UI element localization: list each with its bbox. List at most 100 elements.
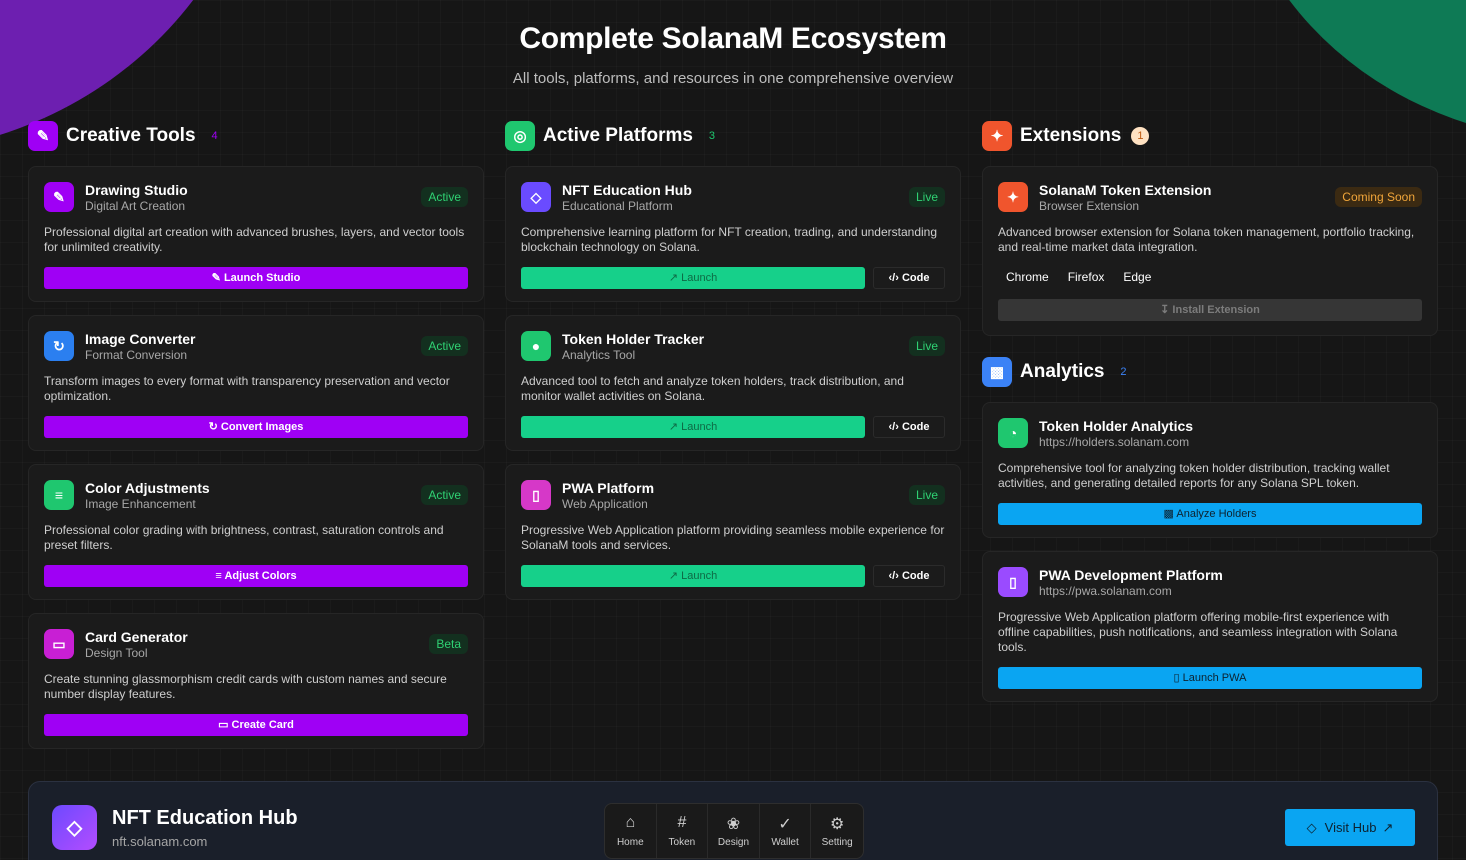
status-badge: Active [421,485,468,505]
section-title: Creative Tools [66,125,196,146]
code-button[interactable]: ‹/› Code [873,565,945,587]
credit-card-icon: ▭ [218,719,232,731]
card-subtitle: Web Application [562,497,648,511]
smartphone-icon: ▯ [521,480,551,510]
card-title: SolanaM Token Extension [1039,182,1212,198]
platform-card-token-holder-tracker: ● Token Holder Tracker Analytics Tool Li… [505,315,961,451]
active-platforms-section: ◎ Active Platforms 3 ◇ NFT Education Hub… [505,120,961,613]
section-header: ◎ Active Platforms 3 [505,120,961,152]
section-title: Extensions [1020,125,1122,146]
card-title: NFT Education Hub [562,182,692,198]
section-title: Analytics [1020,361,1105,382]
launch-pwa-button[interactable]: ▯ Launch PWA [998,667,1422,689]
section-count: 2 [1120,366,1127,378]
card-description: Progressive Web Application platform off… [998,610,1398,654]
puzzle-icon: ✦ [982,121,1012,151]
launch-button[interactable]: ↗ Launch [521,416,865,438]
paintbrush-icon: ✎ [28,121,58,151]
create-card-button[interactable]: ▭ Create Card [44,714,468,736]
globe-icon: ◎ [505,121,535,151]
nav-item-home[interactable]: ⌂ Home [605,804,657,858]
page-title: Complete SolanaM Ecosystem [519,22,947,55]
extensions-section: ✦ Extensions 1 ✦ SolanaM Token Extension… [982,120,1438,715]
section-count: 1 [1131,127,1150,145]
card-title: Image Converter [85,331,196,347]
launch-studio-button[interactable]: ✎ Launch Studio [44,267,468,289]
pie-chart-icon: ◔ [998,418,1028,448]
status-badge: Live [908,336,945,356]
code-icon: ‹/› [888,421,902,433]
card-subtitle: Design Tool [85,646,148,660]
visit-hub-button[interactable]: ◇ Visit Hub ↗ [1285,809,1415,846]
extension-card-solanam-token: ✦ SolanaM Token Extension Browser Extens… [982,166,1438,336]
card-description: Progressive Web Application platform pro… [521,523,945,552]
footer-bar: ◇ NFT Education Hub nft.solanam.com ⌂ Ho… [28,781,1438,860]
smartphone-icon: ▯ [998,567,1028,597]
card-description: Comprehensive learning platform for NFT … [521,225,938,254]
section-title: Active Platforms [543,125,693,146]
browser-edge: Edge [1123,270,1152,284]
install-extension-button[interactable]: ↧ Install Extension [998,299,1422,321]
section-count: 4 [211,130,218,142]
status-badge: Active [421,336,468,356]
bottom-nav: ⌂ Home # Token ❀ Design ✓ Wallet ⚙ Setti… [604,803,864,859]
launch-button[interactable]: ↗ Launch [521,267,865,289]
analyze-holders-button[interactable]: ▩ Analyze Holders [998,503,1422,525]
card-description: Advanced tool to fetch and analyze token… [521,374,904,403]
status-badge: Coming Soon [1335,187,1422,207]
card-description: Professional digital art creation with a… [44,225,465,254]
status-badge: Live [908,485,945,505]
adjust-colors-button[interactable]: ≡ Adjust Colors [44,565,468,587]
credit-card-icon: ▭ [44,629,74,659]
card-subtitle: Digital Art Creation [85,199,186,213]
tool-card-color-adjustments: ≡ Color Adjustments Image Enhancement Ac… [28,464,484,600]
nav-item-design[interactable]: ❀ Design [708,804,760,858]
bar-chart-icon: ▩ [982,357,1012,387]
browser-list: Chrome Firefox Edge [998,267,1422,287]
external-link-icon: ↗ [668,272,682,284]
browser-firefox: Firefox [1067,270,1105,284]
footer-url: nft.solanam.com [112,834,208,849]
bar-chart-icon: ▩ [1163,508,1177,520]
card-description: Professional color grading with brightne… [44,523,444,552]
card-url: https://holders.solanam.com [1039,435,1190,449]
card-subtitle: Educational Platform [562,199,673,213]
smartphone-icon: ▯ [1173,672,1183,684]
tool-card-image-converter: ↻ Image Converter Format Conversion Acti… [28,315,484,451]
creative-tools-section: ✎ Creative Tools 4 ✎ Drawing Studio Digi… [28,120,484,762]
platform-card-pwa-platform: ▯ PWA Platform Web Application Live Prog… [505,464,961,600]
section-count: 3 [708,130,716,142]
hash-icon: # [677,814,687,831]
tool-card-card-generator: ▭ Card Generator Design Tool Beta Create… [28,613,484,749]
launch-button[interactable]: ↗ Launch [521,565,865,587]
card-title: Token Holder Analytics [1039,418,1194,434]
code-button[interactable]: ‹/› Code [873,416,945,438]
sliders-icon: ≡ [44,480,74,510]
convert-images-button[interactable]: ↻ Convert Images [44,416,468,438]
analytics-section-header: ▩ Analytics 2 [982,356,1438,388]
code-button[interactable]: ‹/› Code [873,267,945,289]
code-icon: ‹/› [888,570,902,582]
nav-item-token[interactable]: # Token [657,804,709,858]
external-link-icon: ↗ [668,570,682,582]
analytics-card-token-holder: ◔ Token Holder Analytics https://holders… [982,402,1438,538]
nav-item-setting[interactable]: ⚙ Setting [811,804,863,858]
layers-icon: ◇ [521,182,551,212]
card-description: Transform images to every format with tr… [44,374,450,403]
refresh-icon: ↻ [44,331,74,361]
code-icon: ‹/› [888,272,902,284]
gear-icon: ⚙ [830,816,845,833]
card-subtitle: Format Conversion [85,348,188,362]
page-subtitle: All tools, platforms, and resources in o… [512,70,954,87]
footer-title: NFT Education Hub [112,807,298,829]
card-subtitle: Browser Extension [1039,199,1140,213]
nav-item-wallet[interactable]: ✓ Wallet [760,804,812,858]
external-link-icon: ↗ [1382,819,1394,835]
card-subtitle: Image Enhancement [85,497,196,511]
pencil-icon: ✎ [44,182,74,212]
home-icon: ⌂ [625,814,636,831]
download-icon: ↧ [1160,304,1173,316]
layers-icon: ◇ [1306,819,1317,835]
pencil-icon: ✎ [211,272,224,284]
page-header: Complete SolanaM Ecosystem All tools, pl… [0,22,1466,87]
